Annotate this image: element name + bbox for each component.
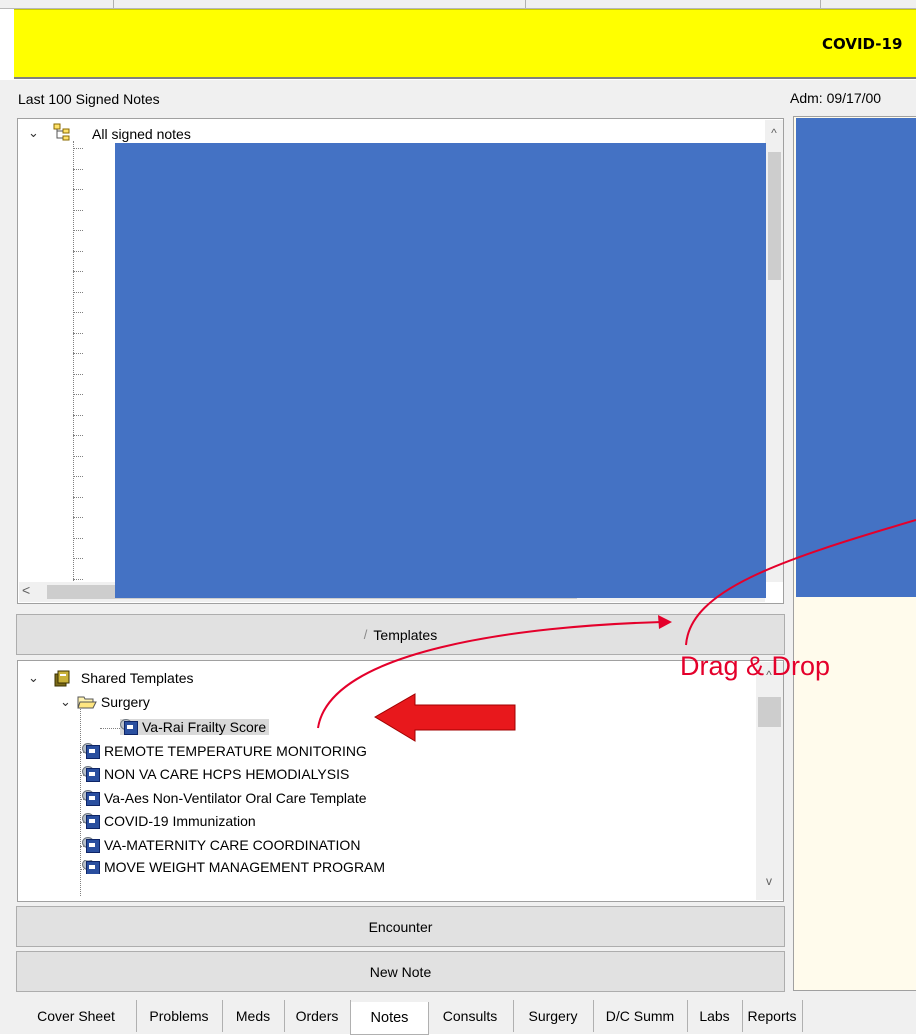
template-item[interactable]: COVID-19 Immunization: [82, 813, 256, 829]
templates-scroll-thumb[interactable]: [758, 697, 781, 727]
surgery-folder-node[interactable]: ⌄ Surgery: [60, 694, 150, 710]
template-icon: [82, 789, 100, 806]
tree-tick: [73, 148, 83, 149]
tree-tick: [73, 496, 83, 498]
tree-tick: [73, 271, 83, 272]
tree-tick: [73, 537, 83, 539]
template-item[interactable]: Va-Rai Frailty Score: [120, 719, 270, 735]
shared-templates-node[interactable]: ⌄ Shared Templates: [28, 670, 194, 687]
tab-notes[interactable]: Notes: [350, 1002, 429, 1035]
tree-tick: [100, 728, 120, 729]
template-icon: [82, 860, 100, 874]
tab-problems[interactable]: Problems: [136, 1000, 223, 1032]
tab-reports[interactable]: Reports: [742, 1000, 803, 1032]
template-item[interactable]: VA-MATERNITY CARE COORDINATION: [82, 836, 361, 853]
tree-tick: [73, 353, 83, 354]
folder-open-icon: [77, 694, 97, 710]
template-item-label: NON VA CARE HCPS HEMODIALYSIS: [104, 766, 350, 782]
tab-cover-sheet[interactable]: Cover Sheet: [16, 1000, 137, 1032]
signed-notes-label: Last 100 Signed Notes: [18, 91, 160, 107]
template-item-label: Va-Rai Frailty Score: [142, 719, 267, 735]
new-note-button[interactable]: New Note: [16, 951, 785, 992]
tree-tick: [73, 209, 83, 211]
template-item[interactable]: MOVE WEIGHT MANAGEMENT PROGRAM: [82, 860, 385, 874]
covid-banner[interactable]: COVID-19: [14, 9, 916, 79]
tree-guide-line: [73, 141, 74, 581]
toolbar-separator: [525, 0, 526, 8]
templates-button-label: Templates: [373, 626, 438, 643]
tree-tick: [73, 394, 83, 395]
new-note-button-label: New Note: [369, 963, 432, 980]
chevron-down-icon[interactable]: ⌄: [28, 125, 39, 141]
sort-icon: /: [363, 627, 368, 642]
tree-tick: [80, 775, 84, 776]
tree-tick: [73, 230, 83, 231]
toolbar-separator: [113, 0, 114, 8]
drag-drop-annotation: Drag & Drop: [680, 651, 831, 681]
template-icon: [82, 836, 100, 853]
tree-tick: [73, 517, 83, 518]
redacted-note-area: [796, 118, 916, 597]
tab-labs[interactable]: Labs: [687, 1000, 743, 1032]
tree-tick: [73, 373, 83, 375]
note-tree-icon: [53, 123, 73, 143]
chart-tab-bar: Cover Sheet Problems Meds Orders Notes Consul…: [16, 1000, 916, 1035]
template-icon: [120, 719, 138, 735]
tree-tick: [73, 189, 83, 190]
tree-tick: [80, 822, 84, 823]
tree-tick: [73, 476, 83, 477]
template-item[interactable]: NON VA CARE HCPS HEMODIALYSIS: [82, 766, 349, 782]
tree-tick: [73, 558, 83, 559]
admission-date-label: Adm: 09/17/00: [790, 90, 882, 106]
template-icon: [82, 813, 100, 829]
surgery-folder-label: Surgery: [100, 694, 150, 710]
tree-tick: [73, 578, 83, 580]
encounter-button[interactable]: Encounter: [16, 906, 785, 947]
templates-button[interactable]: / Templates: [16, 614, 785, 655]
toolbar-separator: [820, 0, 821, 8]
template-item-label: MOVE WEIGHT MANAGEMENT PROGRAM: [104, 860, 386, 874]
tab-consults[interactable]: Consults: [427, 1000, 514, 1032]
chevron-down-icon[interactable]: ⌄: [60, 694, 71, 710]
tree-tick: [73, 291, 83, 293]
template-item[interactable]: Va-Aes Non-Ventilator Oral Care Template: [82, 789, 367, 806]
tree-tick: [73, 414, 83, 416]
tab-meds[interactable]: Meds: [222, 1000, 285, 1032]
scroll-left-icon[interactable]: <: [22, 582, 30, 598]
top-toolbar-strip: [0, 0, 916, 9]
template-item-label: REMOTE TEMPERATURE MONITORING: [104, 742, 367, 759]
tree-tick: [80, 798, 84, 800]
tree-tick: [73, 250, 83, 252]
tree-tick: [80, 751, 84, 753]
template-item-label: VA-MATERNITY CARE COORDINATION: [104, 836, 361, 853]
template-icon: [82, 742, 100, 759]
tab-d-c-summ[interactable]: D/C Summ: [593, 1000, 688, 1032]
chevron-down-icon[interactable]: ⌄: [28, 670, 39, 686]
tab-surgery[interactable]: Surgery: [513, 1000, 594, 1032]
encounter-button-label: Encounter: [368, 918, 433, 935]
all-signed-notes-node[interactable]: All signed notes: [92, 126, 191, 142]
scroll-down-icon[interactable]: v: [760, 874, 778, 888]
tree-tick: [73, 435, 83, 436]
tree-tick: [73, 332, 83, 334]
redacted-notes-area: [115, 143, 766, 598]
template-item[interactable]: REMOTE TEMPERATURE MONITORING: [82, 742, 367, 759]
tree-tick: [73, 168, 83, 170]
tree-tick: [73, 455, 83, 457]
tab-orders[interactable]: Orders: [284, 1000, 351, 1032]
template-item-label: Va-Aes Non-Ventilator Oral Care Template: [104, 789, 367, 806]
tree-tick: [73, 312, 83, 313]
notes-scroll-thumb[interactable]: [768, 152, 781, 280]
banner-title: COVID-19: [822, 35, 903, 53]
scroll-up-icon[interactable]: ^: [765, 126, 783, 140]
shared-templates-icon: [53, 670, 71, 687]
template-icon: [82, 766, 100, 782]
shared-templates-label: Shared Templates: [80, 670, 194, 686]
tree-tick: [80, 845, 84, 847]
tree-tick: [80, 869, 84, 870]
tree-guide-line: [80, 706, 81, 896]
template-item-label: COVID-19 Immunization: [104, 813, 256, 829]
